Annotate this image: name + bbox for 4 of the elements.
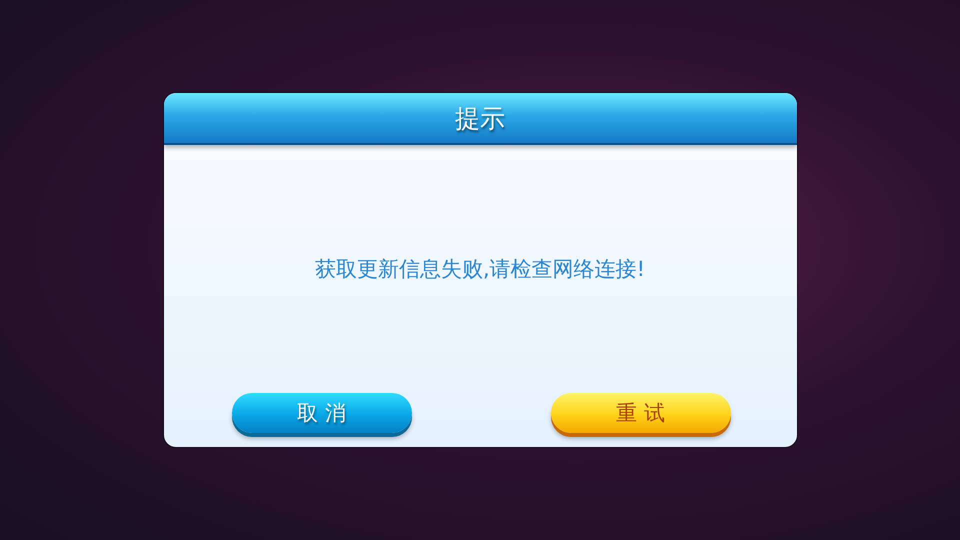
dialog-message: 获取更新信息失败,请检查网络连接! — [314, 256, 646, 283]
dialog-title: 提示 — [455, 102, 505, 134]
cancel-button[interactable]: 取 消 — [232, 393, 412, 433]
retry-button[interactable]: 重 试 — [550, 393, 730, 433]
